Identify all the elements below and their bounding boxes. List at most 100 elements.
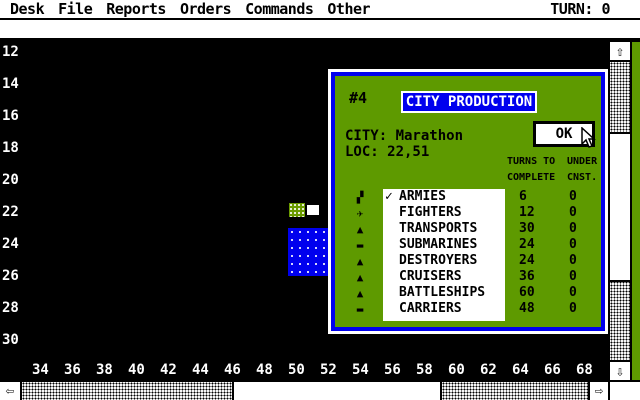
row-label: 26 (2, 268, 19, 284)
city-name: CITY: Marathon (345, 128, 464, 144)
menu-orders[interactable]: Orders (180, 0, 232, 18)
col-label: 38 (96, 362, 113, 378)
turns-header-line2: COMPLETE (507, 172, 556, 183)
fighter-icon: ✈ (356, 207, 364, 220)
row-label: 14 (2, 76, 19, 92)
unit-turns: 24 (519, 253, 535, 268)
unit-turns: 30 (519, 221, 535, 236)
mouse-pointer-icon (581, 127, 596, 148)
row-label: 28 (2, 300, 19, 316)
unit-cnst: 0 (569, 285, 577, 300)
city-production-dialog: #4 CITY PRODUCTION CITY: Marathon LOC: 2… (328, 69, 608, 334)
unit-turns: 24 (519, 237, 535, 252)
unit-cnst: 0 (569, 205, 577, 220)
check-icon: ✓ (385, 189, 393, 204)
col-label: 52 (320, 362, 337, 378)
unit-name: SUBMARINES (399, 237, 478, 252)
unit-row-armies[interactable]: ✓ ARMIES 6 0 (383, 189, 613, 205)
army-icon: ▞ (356, 191, 364, 204)
unit-cnst: 0 (569, 253, 577, 268)
col-label: 40 (128, 362, 145, 378)
menu-desk[interactable]: Desk (10, 0, 45, 18)
horizontal-scrollbar[interactable]: ⇦ ⇨ (0, 380, 640, 400)
col-label: 62 (480, 362, 497, 378)
col-label: 50 (288, 362, 305, 378)
destroyer-icon: ▲ (356, 255, 364, 268)
city-number: #4 (349, 89, 368, 107)
col-label: 66 (544, 362, 561, 378)
unit-cnst: 0 (569, 269, 577, 284)
resize-corner[interactable] (608, 382, 640, 400)
horizontal-scroll-thumb[interactable] (232, 382, 442, 400)
carrier-icon: ▬ (356, 303, 364, 316)
scroll-left-arrow-icon[interactable]: ⇦ (0, 382, 22, 400)
row-label: 24 (2, 236, 19, 252)
cnst-header-line1: UNDER (567, 156, 598, 167)
unit-turns: 60 (519, 285, 535, 300)
unit-cnst: 0 (569, 189, 577, 204)
col-label: 54 (352, 362, 369, 378)
window-title-bar[interactable] (0, 20, 640, 40)
city-location: LOC: 22,51 (345, 144, 430, 160)
col-label: 46 (224, 362, 241, 378)
unit-name: FIGHTERS (399, 205, 462, 220)
battleship-icon: ▲ (356, 287, 364, 300)
unit-row-cruisers[interactable]: CRUISERS 36 0 (383, 269, 613, 285)
city-marathon[interactable] (305, 203, 321, 217)
dialog-body: #4 CITY PRODUCTION CITY: Marathon LOC: 2… (335, 76, 601, 327)
vertical-scroll-thumb[interactable] (610, 132, 630, 282)
row-label: 16 (2, 108, 19, 124)
row-label: 22 (2, 204, 19, 220)
col-label: 48 (256, 362, 273, 378)
col-label: 42 (160, 362, 177, 378)
col-label: 58 (416, 362, 433, 378)
window-edge (630, 42, 640, 380)
col-label: 68 (576, 362, 593, 378)
dialog-title-box: CITY PRODUCTION (401, 91, 537, 113)
col-label: 60 (448, 362, 465, 378)
menu-other[interactable]: Other (327, 0, 370, 18)
unit-turns: 48 (519, 301, 535, 316)
cruiser-icon: ▲ (356, 271, 364, 284)
unit-turns: 6 (519, 189, 527, 204)
unit-name: TRANSPORTS (399, 221, 478, 236)
vertical-scroll-track[interactable] (610, 62, 630, 360)
menu-reports[interactable]: Reports (106, 0, 166, 18)
sea-tile (288, 228, 328, 276)
unit-name: DESTROYERS (399, 253, 478, 268)
scroll-right-arrow-icon[interactable]: ⇨ (588, 382, 608, 400)
unit-row-fighters[interactable]: FIGHTERS 12 0 (383, 205, 613, 221)
col-label: 36 (64, 362, 81, 378)
scroll-up-arrow-icon[interactable]: ⇧ (610, 42, 630, 62)
unit-row-battleships[interactable]: BATTLESHIPS 60 0 (383, 285, 613, 301)
col-label: 56 (384, 362, 401, 378)
unit-cnst: 0 (569, 301, 577, 316)
transport-icon: ▲ (356, 223, 364, 236)
row-label: 30 (2, 332, 19, 348)
row-label: 18 (2, 140, 19, 156)
cnst-header-line2: CNST. (567, 172, 598, 183)
unit-row-submarines[interactable]: SUBMARINES 24 0 (383, 237, 613, 253)
unit-name: ARMIES (399, 189, 446, 204)
col-label: 34 (32, 362, 49, 378)
submarine-icon: ▬ (356, 239, 364, 252)
col-label: 64 (512, 362, 529, 378)
row-label: 12 (2, 44, 19, 60)
turns-header-line1: TURNS TO (507, 156, 556, 167)
unit-row-transports[interactable]: TRANSPORTS 30 0 (383, 221, 613, 237)
unit-cnst: 0 (569, 237, 577, 252)
unit-row-carriers[interactable]: CARRIERS 48 0 (383, 301, 613, 317)
dialog-frame: #4 CITY PRODUCTION CITY: Marathon LOC: 2… (331, 72, 605, 331)
turn-counter: TURN: 0 (550, 0, 610, 18)
menu-file[interactable]: File (58, 0, 93, 18)
scroll-down-arrow-icon[interactable]: ⇩ (610, 360, 630, 380)
menu-bar: Desk File Reports Orders Commands Other … (0, 0, 640, 20)
unit-name: CRUISERS (399, 269, 462, 284)
unit-name: CARRIERS (399, 301, 462, 316)
menu-commands[interactable]: Commands (245, 0, 314, 18)
land-tile (289, 203, 305, 217)
unit-turns: 36 (519, 269, 535, 284)
horizontal-scroll-track[interactable] (22, 382, 588, 400)
unit-turns: 12 (519, 205, 535, 220)
unit-row-destroyers[interactable]: DESTROYERS 24 0 (383, 253, 613, 269)
